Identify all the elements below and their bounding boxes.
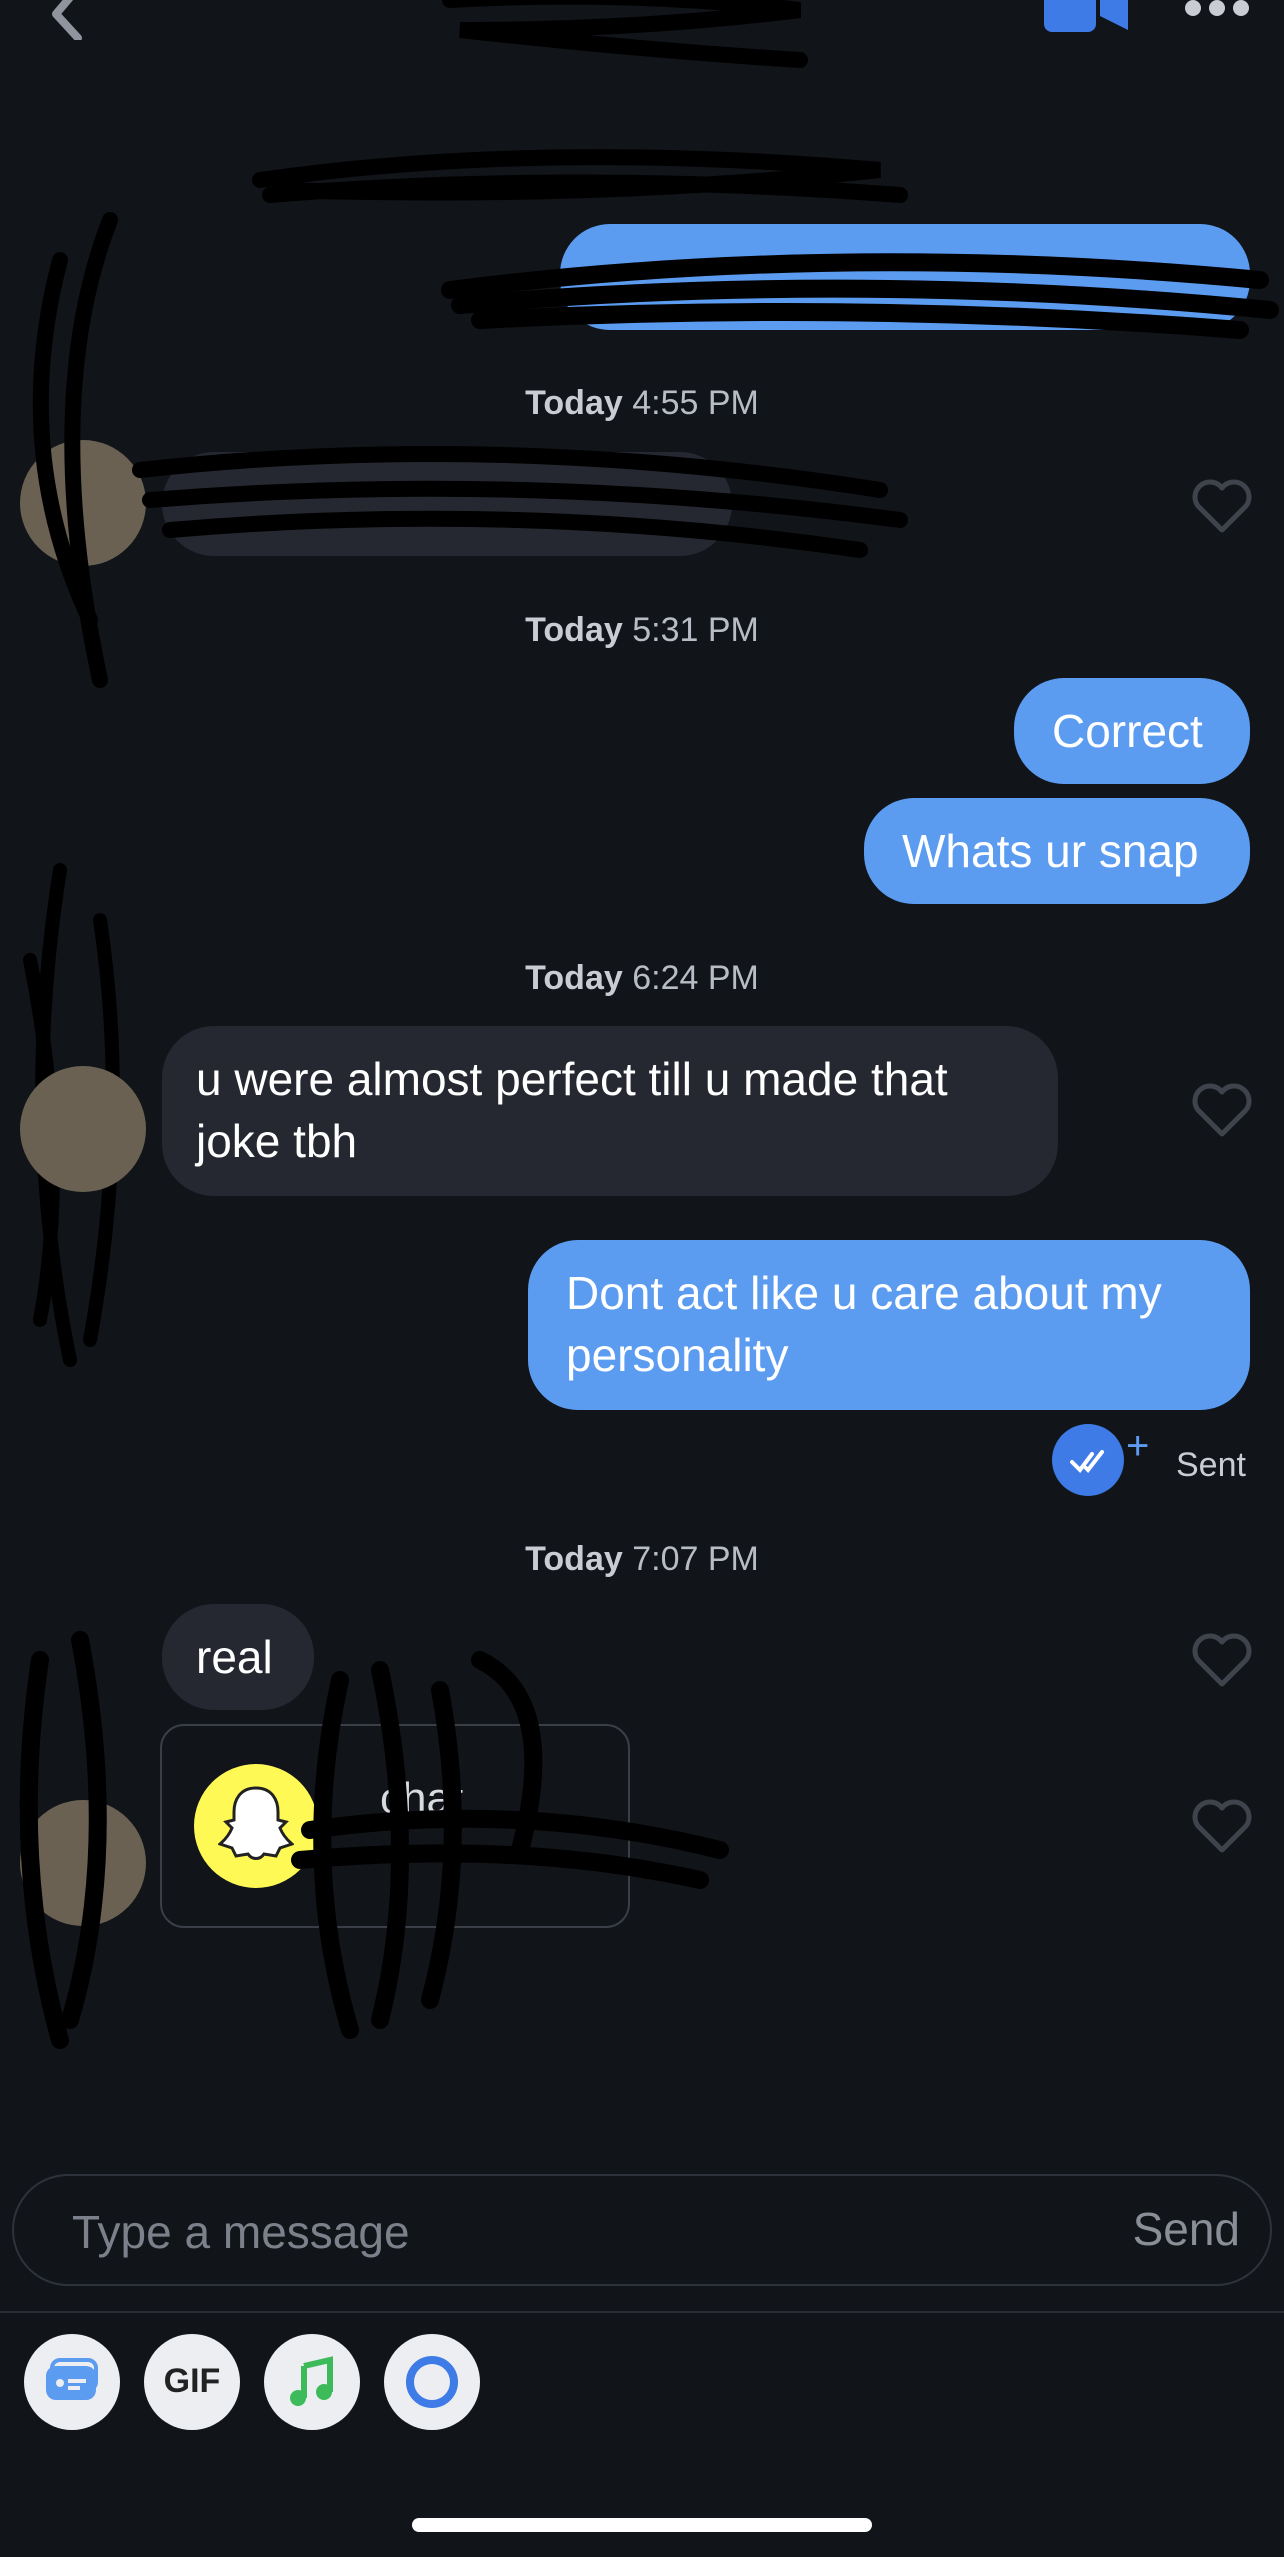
sent-message-bubble[interactable]: Correct [1014,678,1250,784]
like-heart-button[interactable] [1192,478,1252,534]
avatar[interactable] [20,1800,146,1926]
message-input[interactable] [72,2202,972,2262]
chat-screen: Today 4:55 PM Today 5:31 PM Correct What… [0,0,1284,2557]
like-heart-button[interactable] [1192,1798,1252,1854]
read-receipt-icon [1052,1424,1124,1496]
circle-icon [406,2356,458,2408]
gif-button[interactable]: GIF [144,2334,240,2430]
gif-icon: GIF [163,2362,221,2400]
timestamp: Today 7:07 PM [525,1540,759,1578]
like-heart-button[interactable] [1192,1632,1252,1688]
message-composer: Send [12,2174,1272,2286]
heart-icon [1192,1083,1252,1137]
sent-status: Sent [1176,1446,1246,1484]
received-message-bubble[interactable]: u were almost perfect till u made that j… [162,1026,1058,1196]
sent-message-bubble[interactable]: Dont act like u care about my personalit… [528,1240,1250,1410]
redacted-sent-bubble [560,224,1250,330]
music-icon [290,2356,333,2406]
divider [0,2311,1284,2313]
snapchat-username: chat [380,1774,464,1823]
snapchat-ghost-icon [194,1764,318,1888]
music-button[interactable] [264,2334,360,2430]
heart-icon [1192,1799,1252,1853]
more-dots-icon [1185,0,1249,16]
timestamp: Today 4:55 PM [525,384,759,422]
send-button[interactable]: Send [1133,2202,1240,2256]
like-heart-button[interactable] [1192,1082,1252,1138]
timestamp: Today 6:24 PM [525,959,759,997]
home-indicator[interactable] [412,2518,872,2532]
received-message-bubble[interactable]: real [162,1604,314,1710]
redacted-received-bubble [162,452,732,556]
chevron-left-icon [52,0,82,42]
back-button[interactable] [40,0,100,42]
sent-message-bubble[interactable]: Whats ur snap [864,798,1250,904]
heart-icon [1192,1633,1252,1687]
heart-icon [1192,479,1252,533]
avatar[interactable] [20,1066,146,1192]
avatar[interactable] [20,440,146,566]
timestamp: Today 5:31 PM [525,611,759,649]
card-button[interactable] [24,2334,120,2430]
plus-icon[interactable]: + [1126,1424,1149,1469]
circle-button[interactable] [384,2334,480,2430]
redaction-scribble [252,0,908,203]
more-options-button[interactable] [1184,0,1250,28]
card-icon [46,2358,98,2400]
